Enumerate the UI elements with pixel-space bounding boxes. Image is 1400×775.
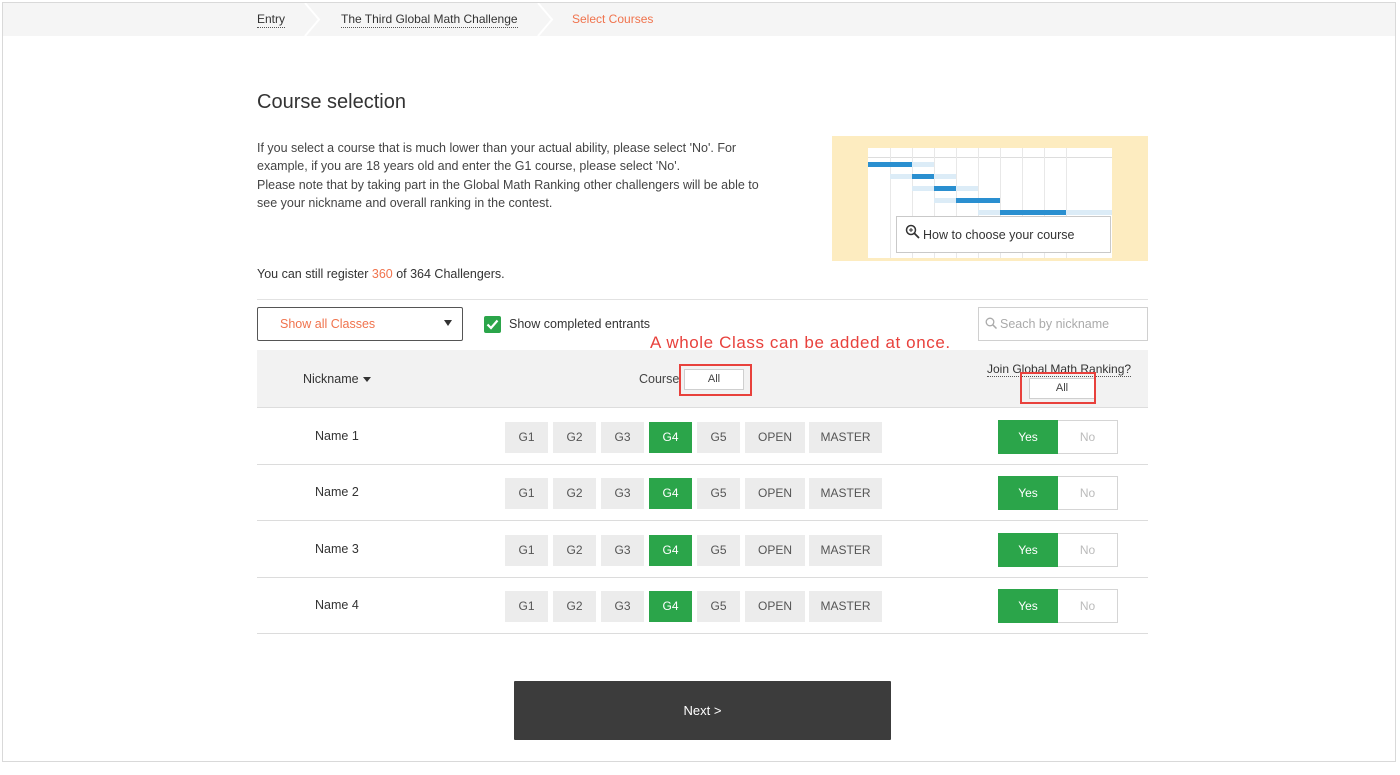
highlight-box — [1020, 372, 1096, 404]
course-g2-button[interactable]: G2 — [553, 422, 596, 453]
table-row: Name 4 G1 G2 G3 G4 G5 OPEN MASTER Yes No — [257, 578, 1148, 634]
magnifier-icon — [905, 217, 920, 254]
intro-text: If you select a course that is much lowe… — [257, 141, 759, 211]
join-no-button[interactable]: No — [1058, 533, 1118, 567]
show-completed-label[interactable]: Show completed entrants — [509, 317, 650, 331]
course-master-button[interactable]: MASTER — [809, 478, 882, 509]
breadcrumb-select-courses: Select Courses — [572, 12, 654, 26]
breadcrumb: Entry The Third Global Math Challenge Se… — [3, 3, 1395, 36]
course-g2-button[interactable]: G2 — [553, 591, 596, 622]
remaining-registrations: You can still register 360 of 364 Challe… — [257, 267, 505, 281]
row-nickname: Name 1 — [315, 429, 359, 443]
course-open-button[interactable]: OPEN — [745, 478, 805, 509]
breadcrumb-entry[interactable]: Entry — [257, 3, 286, 36]
course-g5-button[interactable]: G5 — [697, 535, 740, 566]
course-g1-button[interactable]: G1 — [505, 535, 548, 566]
table-row: Name 3 G1 G2 G3 G4 G5 OPEN MASTER Yes No — [257, 522, 1148, 578]
course-open-button[interactable]: OPEN — [745, 422, 805, 453]
divider — [257, 299, 1148, 300]
chevron-right-icon — [536, 3, 554, 36]
page-frame: Entry The Third Global Math Challenge Se… — [2, 2, 1396, 762]
join-yes-button[interactable]: Yes — [998, 589, 1058, 623]
course-g5-button[interactable]: G5 — [697, 591, 740, 622]
course-g2-button[interactable]: G2 — [553, 478, 596, 509]
course-g2-button[interactable]: G2 — [553, 535, 596, 566]
course-g1-button[interactable]: G1 — [505, 422, 548, 453]
how-to-choose-link[interactable]: How to choose your course — [896, 216, 1111, 253]
breadcrumb-challenge[interactable]: The Third Global Math Challenge — [341, 3, 518, 36]
course-g5-button[interactable]: G5 — [697, 422, 740, 453]
search-icon — [985, 309, 998, 341]
show-completed-checkbox[interactable] — [484, 316, 501, 333]
row-nickname: Name 2 — [315, 485, 359, 499]
course-g1-button[interactable]: G1 — [505, 591, 548, 622]
join-yes-button[interactable]: Yes — [998, 476, 1058, 510]
caret-down-icon — [444, 320, 452, 326]
course-g1-button[interactable]: G1 — [505, 478, 548, 509]
page-title: Course selection — [257, 91, 406, 113]
join-yes-button[interactable]: Yes — [998, 420, 1058, 454]
row-nickname: Name 4 — [315, 598, 359, 612]
course-header: Course — [639, 372, 680, 386]
chevron-right-icon — [303, 3, 321, 36]
course-g3-button[interactable]: G3 — [601, 535, 644, 566]
highlight-box — [679, 364, 752, 396]
check-icon — [486, 319, 499, 330]
course-g4-button[interactable]: G4 — [649, 591, 692, 622]
course-g4-button[interactable]: G4 — [649, 422, 692, 453]
course-g5-button[interactable]: G5 — [697, 478, 740, 509]
next-button[interactable]: Next > — [514, 681, 891, 740]
course-g3-button[interactable]: G3 — [601, 478, 644, 509]
row-nickname: Name 3 — [315, 542, 359, 556]
sort-down-icon — [362, 377, 371, 383]
course-open-button[interactable]: OPEN — [745, 535, 805, 566]
join-yes-button[interactable]: Yes — [998, 533, 1058, 567]
course-open-button[interactable]: OPEN — [745, 591, 805, 622]
join-no-button[interactable]: No — [1058, 589, 1118, 623]
class-filter-select[interactable]: Show all Classes — [257, 307, 463, 341]
join-no-button[interactable]: No — [1058, 476, 1118, 510]
remaining-count: 360 — [371, 267, 393, 281]
nickname-sort-header[interactable]: Nickname — [303, 372, 371, 386]
nickname-search-input[interactable]: Seach by nickname — [978, 307, 1148, 341]
course-g4-button[interactable]: G4 — [649, 535, 692, 566]
course-master-button[interactable]: MASTER — [809, 535, 882, 566]
course-g4-button[interactable]: G4 — [649, 478, 692, 509]
course-g3-button[interactable]: G3 — [601, 591, 644, 622]
join-no-button[interactable]: No — [1058, 420, 1118, 454]
course-g3-button[interactable]: G3 — [601, 422, 644, 453]
course-master-button[interactable]: MASTER — [809, 422, 882, 453]
table-row: Name 2 G1 G2 G3 G4 G5 OPEN MASTER Yes No — [257, 465, 1148, 521]
course-guide-banner[interactable]: How to choose your course — [832, 136, 1148, 261]
course-master-button[interactable]: MASTER — [809, 591, 882, 622]
annotation-callout: A whole Class can be added at once. — [650, 333, 951, 352]
table-row: Name 1 G1 G2 G3 G4 G5 OPEN MASTER Yes No — [257, 409, 1148, 465]
